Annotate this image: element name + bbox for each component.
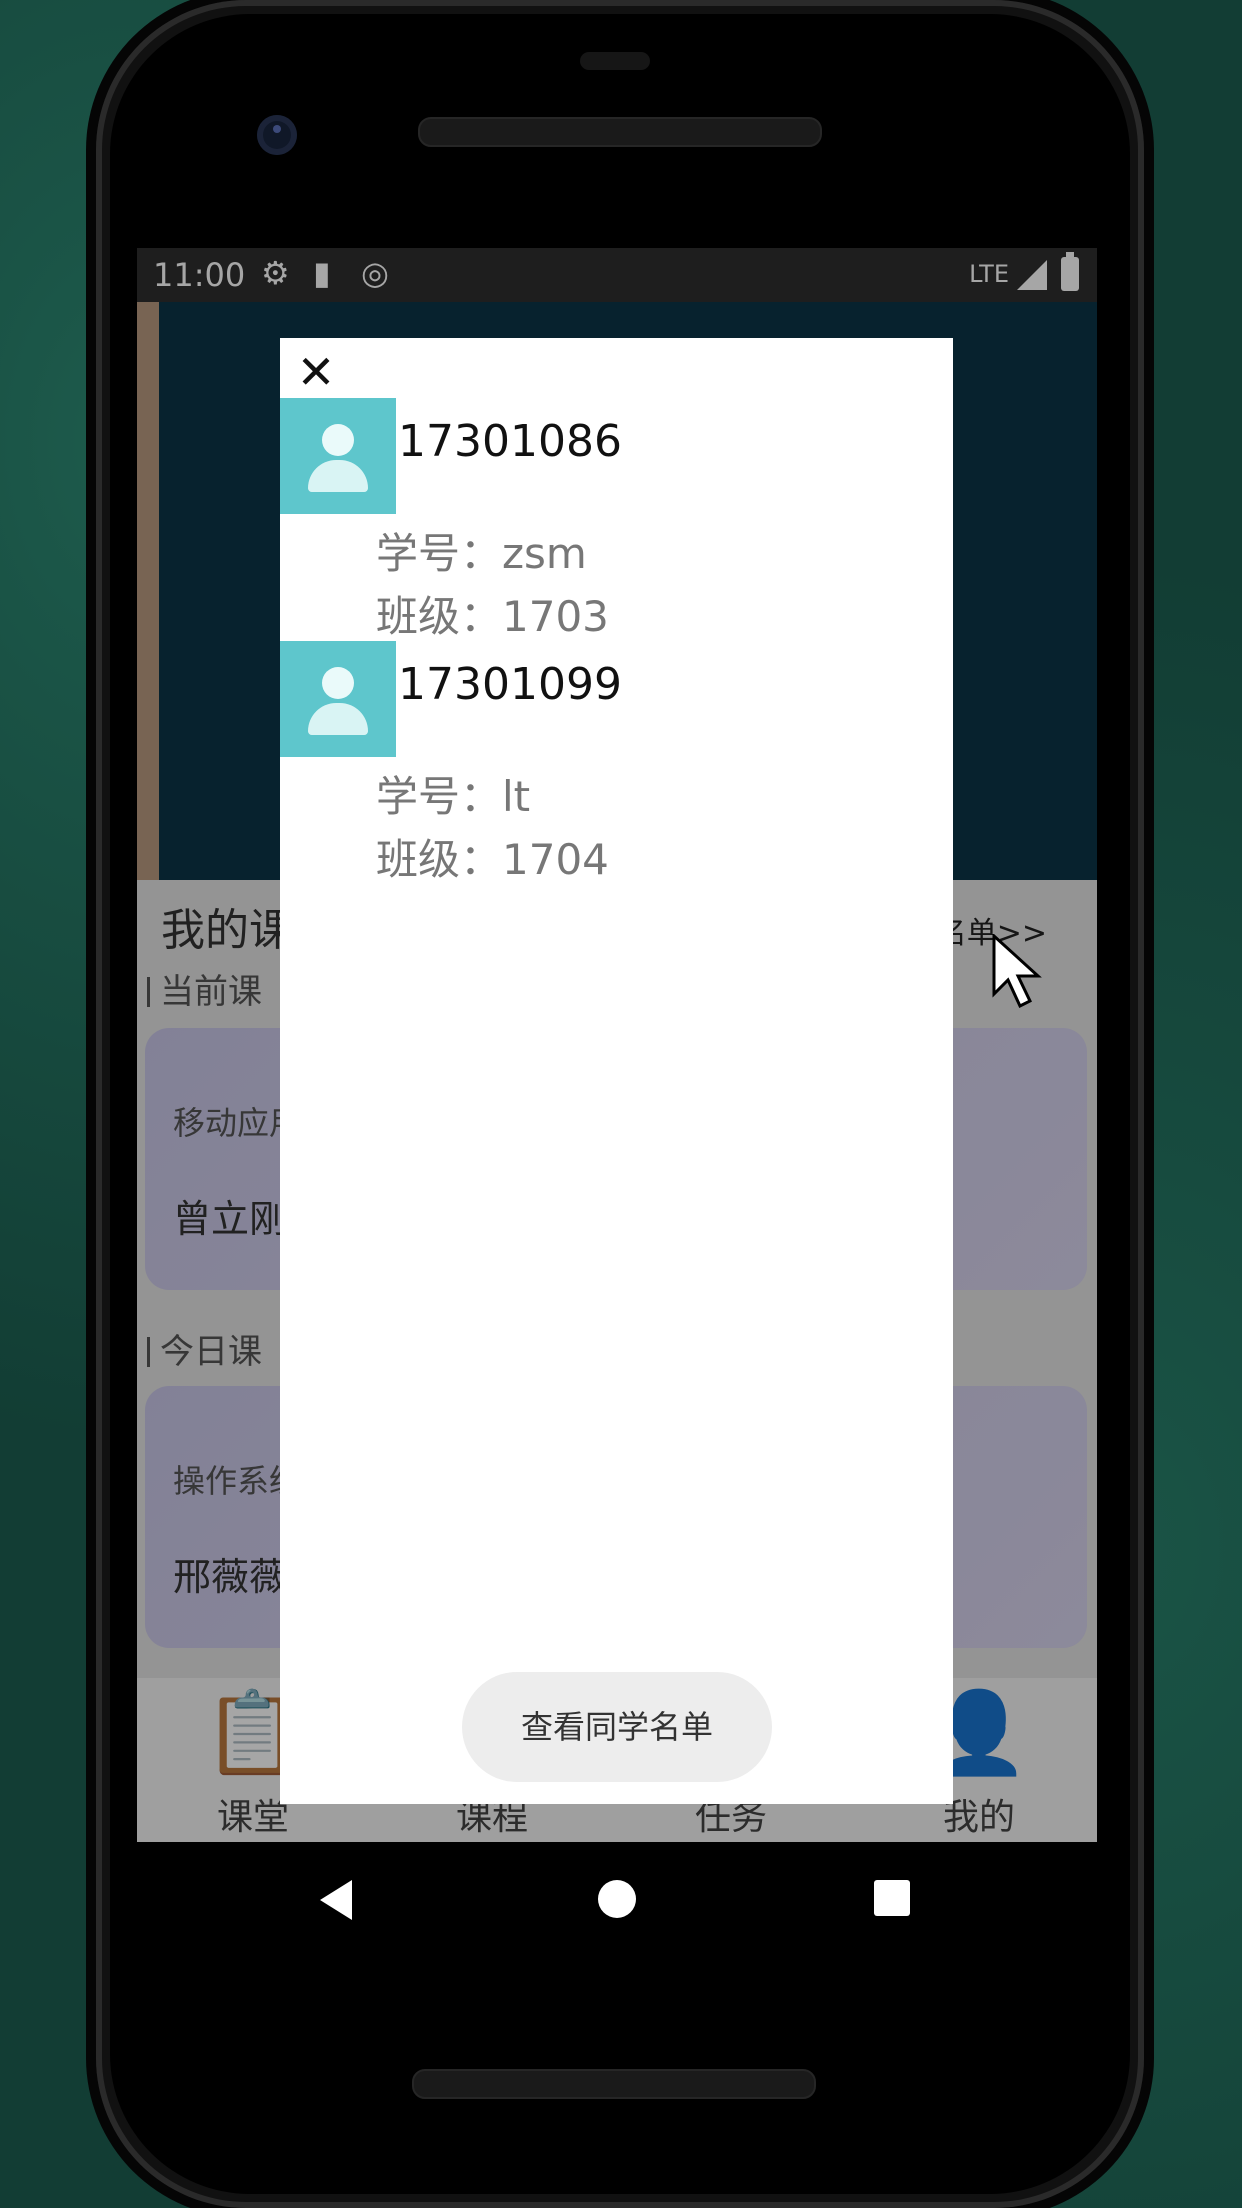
avatar-body <box>308 460 368 492</box>
home-icon[interactable] <box>598 1880 636 1918</box>
bottom-speaker <box>412 2069 816 2099</box>
front-sensor <box>580 52 650 70</box>
student-list-dialog: ✕ 17301086 学号：zsm 班级：1703 17301099 学号：lt… <box>280 338 953 1804</box>
earpiece-speaker <box>418 117 822 147</box>
avatar <box>280 641 396 757</box>
student-class: 班级：1703 <box>376 592 609 641</box>
student-id: 17301099 <box>398 659 622 710</box>
recents-icon[interactable] <box>874 1880 910 1916</box>
close-icon[interactable]: ✕ <box>294 349 338 395</box>
student-number: 学号：zsm <box>376 529 587 578</box>
student-class: 班级：1704 <box>376 835 609 884</box>
avatar <box>280 398 396 514</box>
avatar-head <box>322 424 354 456</box>
back-icon[interactable] <box>320 1880 352 1920</box>
avatar-head <box>322 667 354 699</box>
view-classmates-button[interactable]: 查看同学名单 <box>462 1672 772 1782</box>
student-id: 17301086 <box>398 416 622 467</box>
student-number: 学号：lt <box>376 772 531 821</box>
front-camera <box>257 115 297 155</box>
avatar-body <box>308 703 368 735</box>
